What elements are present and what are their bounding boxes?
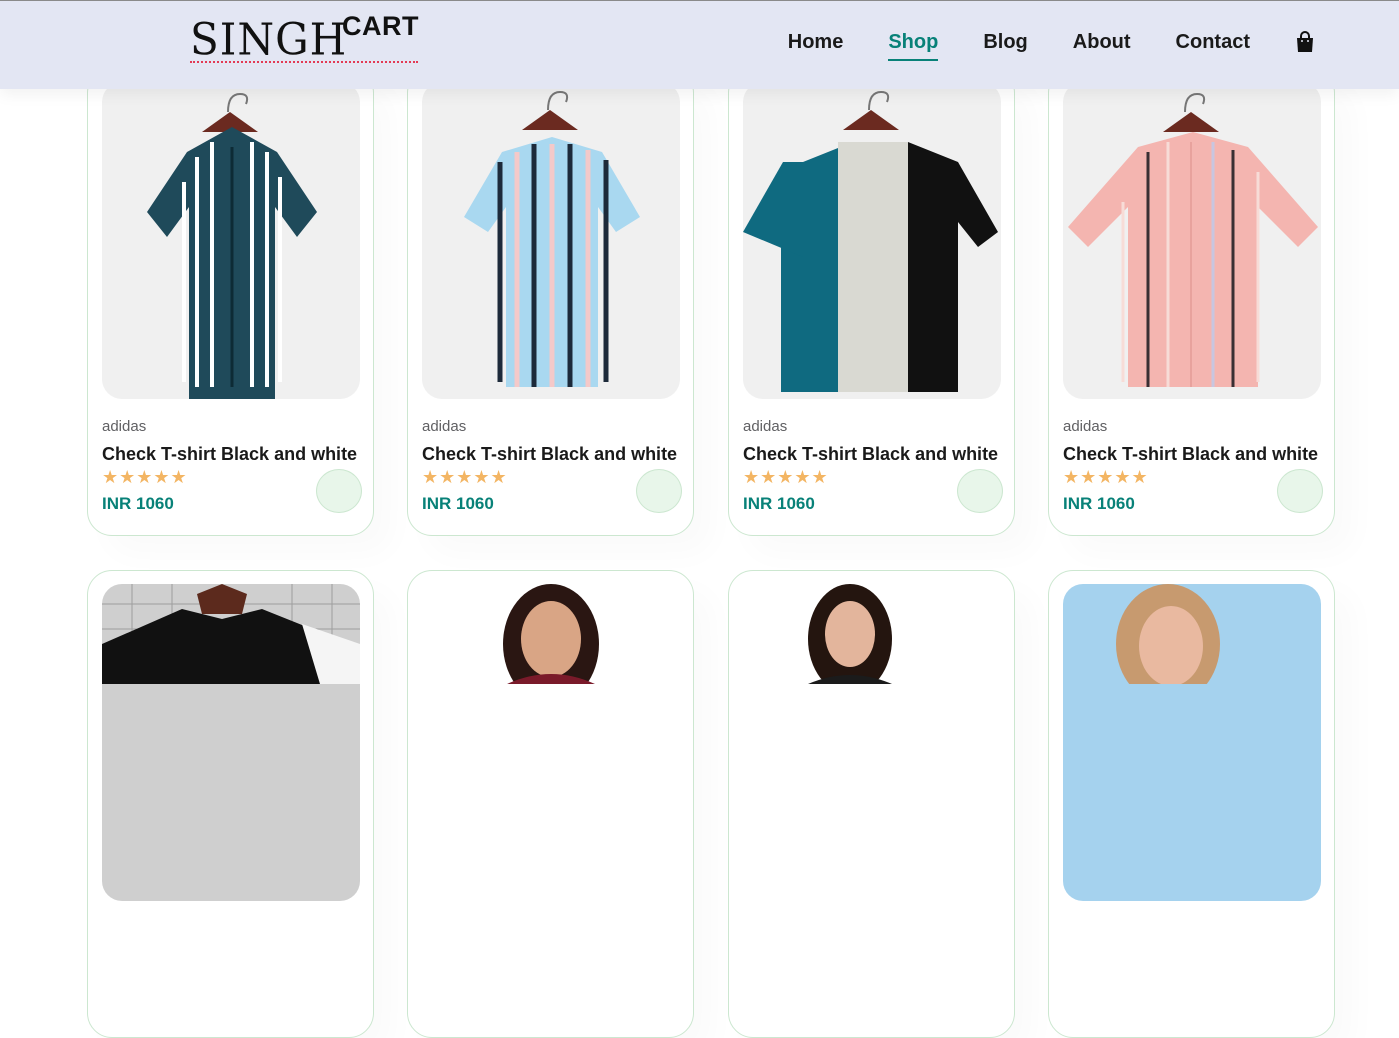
nav-blog[interactable]: Blog [983, 31, 1027, 59]
nav-contact[interactable]: Contact [1176, 31, 1250, 59]
product-image[interactable] [422, 82, 680, 399]
product-card[interactable]: adidas Check T-shirt Black and white ★★★… [407, 68, 694, 536]
product-card[interactable] [407, 570, 694, 1038]
product-price: INR 1060 [422, 494, 494, 513]
logo-superscript: CART [342, 11, 419, 41]
nav-shop[interactable]: Shop [888, 31, 939, 61]
colorblock-tshirt-image [743, 90, 998, 392]
product-card[interactable]: adidas Check T-shirt Black and white ★★★… [1048, 68, 1335, 536]
product-name[interactable]: Check T-shirt Black and white [1063, 444, 1318, 465]
logo-underline [190, 61, 418, 63]
product-name[interactable]: Check T-shirt Black and white [102, 444, 357, 465]
product-card[interactable]: adidas Check T-shirt Black and white ★★★… [87, 68, 374, 536]
product-image[interactable] [1063, 82, 1321, 399]
add-to-cart-button[interactable] [316, 469, 362, 513]
rating-stars: ★★★★★ [422, 467, 508, 487]
product-grid: adidas Check T-shirt Black and white ★★★… [0, 0, 1399, 1038]
shopping-bag-icon[interactable] [1295, 31, 1315, 53]
product-price: INR 1060 [1063, 494, 1135, 513]
add-to-cart-button[interactable] [957, 469, 1003, 513]
nav-about[interactable]: About [1073, 31, 1131, 59]
product-image[interactable] [102, 584, 360, 901]
rating-stars: ★★★★★ [1063, 467, 1149, 487]
product-card[interactable] [87, 570, 374, 1038]
product-image[interactable] [743, 584, 1001, 901]
product-brand: adidas [422, 418, 467, 435]
site-header: SINGH CART Home Shop Blog About Contact [0, 0, 1399, 89]
product-name[interactable]: Check T-shirt Black and white [422, 444, 677, 465]
product-name[interactable]: Check T-shirt Black and white [743, 444, 998, 465]
woman-model-image [1116, 584, 1220, 704]
product-card[interactable] [1048, 570, 1335, 1038]
add-to-cart-button[interactable] [1277, 469, 1323, 513]
logo-text: SINGH [190, 13, 348, 66]
blue-striped-tshirt-image [464, 90, 640, 387]
product-brand: adidas [1063, 418, 1108, 435]
woman-model-image [503, 584, 599, 704]
product-image[interactable] [102, 82, 360, 399]
woman-model-image [808, 584, 892, 694]
product-card[interactable] [728, 570, 1015, 1038]
add-to-cart-button[interactable] [636, 469, 682, 513]
product-image[interactable] [1063, 584, 1321, 901]
striped-shirt-image [147, 92, 317, 399]
pink-striped-shirt-image [1068, 92, 1318, 387]
product-price: INR 1060 [102, 494, 174, 513]
product-card[interactable]: adidas Check T-shirt Black and white ★★★… [728, 68, 1015, 536]
main-nav: Home Shop Blog About Contact [743, 31, 1315, 61]
product-price: INR 1060 [743, 494, 815, 513]
product-image[interactable] [422, 584, 680, 901]
product-image[interactable] [743, 82, 1001, 399]
black-tshirt-image [102, 584, 360, 689]
nav-home[interactable]: Home [788, 31, 844, 59]
product-brand: adidas [102, 418, 147, 435]
product-brand: adidas [743, 418, 788, 435]
rating-stars: ★★★★★ [743, 467, 829, 487]
rating-stars: ★★★★★ [102, 467, 188, 487]
